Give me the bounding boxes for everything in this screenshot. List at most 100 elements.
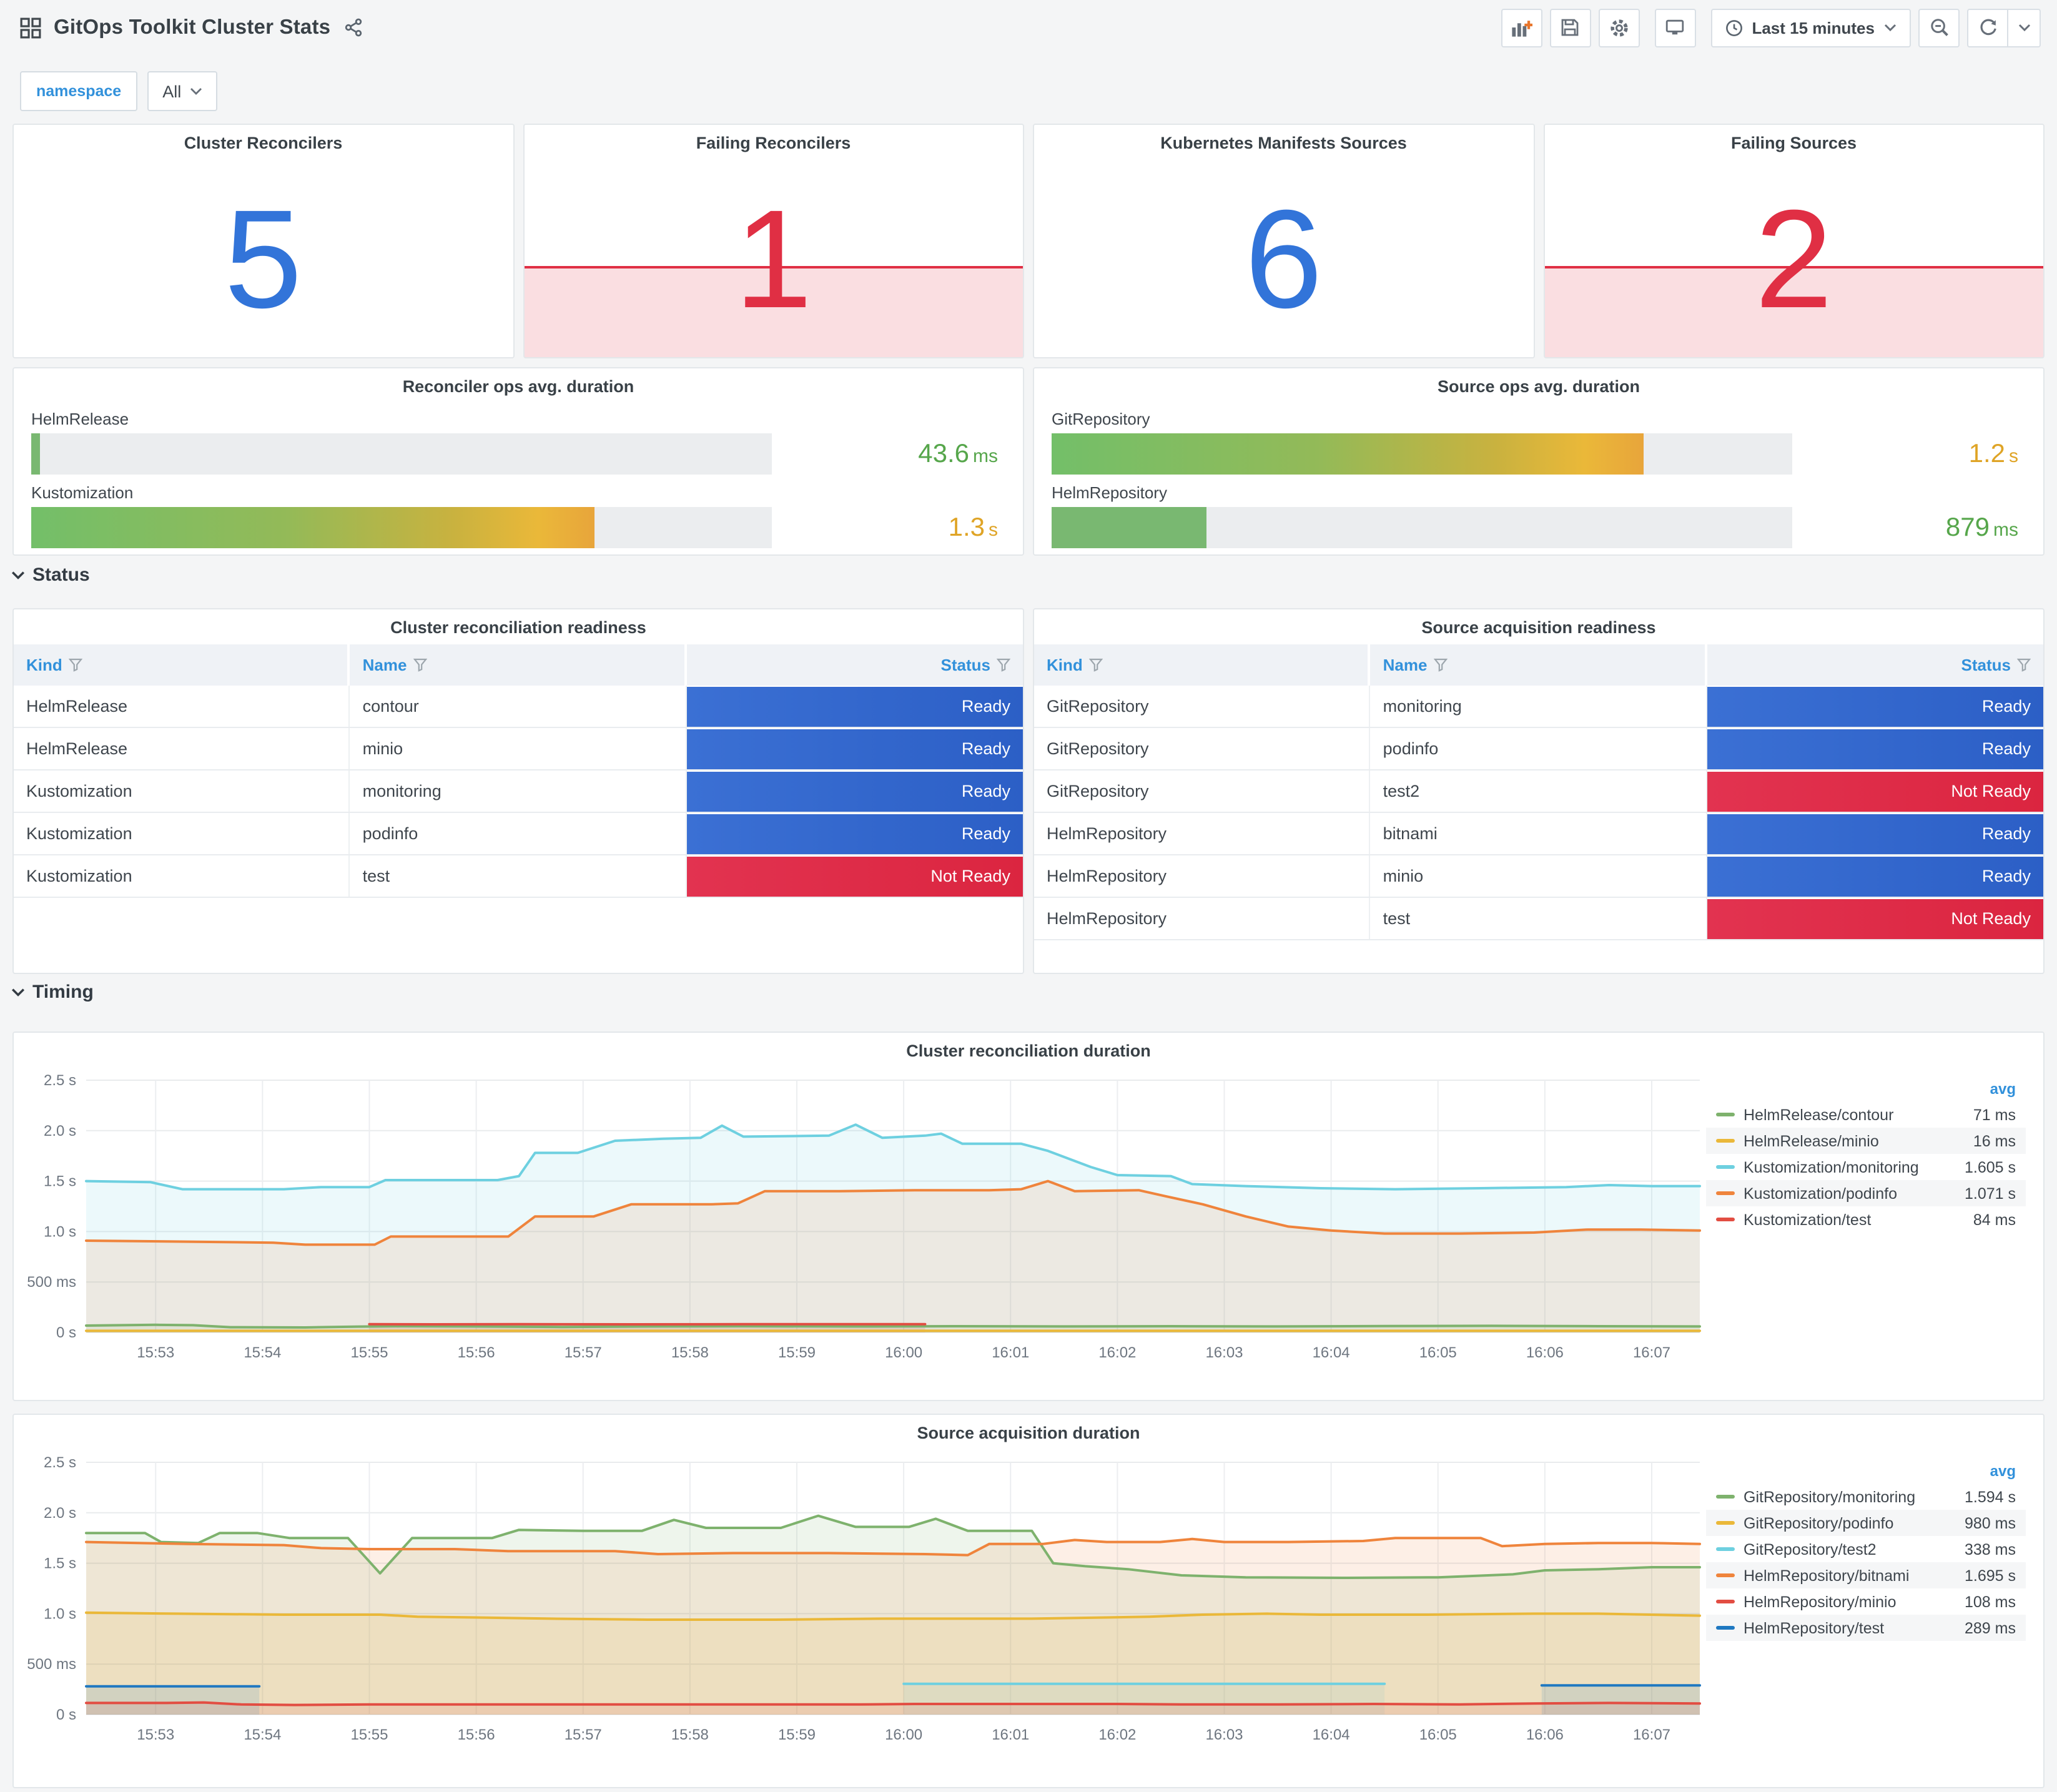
x-axis-tick: 16:05 [1419, 1726, 1457, 1743]
legend-item-kustomization-test[interactable]: Kustomization/test 84 ms [1706, 1206, 2026, 1233]
panel-title[interactable]: Cluster Reconcilers [14, 125, 513, 152]
legend-series-name[interactable]: HelmRelease/contour [1744, 1106, 1965, 1123]
table-row: Kustomization podinfo Ready [14, 813, 1023, 855]
legend-series-name[interactable]: Kustomization/monitoring [1744, 1158, 1956, 1176]
zoom-out-icon [1930, 19, 1948, 36]
status-badge: Ready [1707, 856, 2043, 896]
gauge-value: 1.3 s [948, 513, 998, 541]
legend-series-name[interactable]: Kustomization/test [1744, 1211, 1965, 1228]
legend-item-kustomization-podinfo[interactable]: Kustomization/podinfo 1.071 s [1706, 1180, 2026, 1206]
legend-avg-header[interactable]: avg [1706, 1462, 2026, 1484]
gauge-row: 879 ms [1052, 507, 2026, 548]
section-status-label: Status [32, 564, 90, 586]
time-range-picker[interactable]: Last 15 minutes [1710, 8, 1911, 47]
panel-title[interactable]: Failing Sources [1544, 125, 2043, 152]
legend-item-helmrelease-minio[interactable]: HelmRelease/minio 16 ms [1706, 1128, 2026, 1154]
stat-value: 1 [734, 180, 812, 337]
legend-series-avg: 16 ms [1973, 1132, 2016, 1150]
legend-series-color [1716, 1495, 1735, 1499]
x-axis-tick: 16:00 [885, 1726, 922, 1743]
legend-series-name[interactable]: GitRepository/monitoring [1744, 1488, 1956, 1505]
cell-kind: HelmRepository [1034, 855, 1371, 897]
gauge-row: 1.2 s [1052, 433, 2026, 475]
column-header-status[interactable]: Status [686, 644, 1023, 686]
timeseries-panel-source-acquisition-duration: Source acquisition duration 0 s 500 ms 1.0 … [12, 1414, 2045, 1788]
refresh-interval-dropdown[interactable] [2008, 8, 2041, 47]
legend-item-helmrepository-bitnami[interactable]: HelmRepository/bitnami 1.695 s [1706, 1562, 2026, 1588]
refresh-button[interactable] [1967, 8, 2008, 47]
column-header-name[interactable]: Name [350, 644, 687, 686]
legend-series-name[interactable]: HelmRepository/bitnami [1744, 1567, 1956, 1584]
gauge-track [31, 433, 772, 475]
cell-status: Ready [1707, 855, 2043, 897]
legend-series-color [1716, 1113, 1735, 1116]
column-header-kind[interactable]: Kind [1034, 644, 1371, 686]
share-icon[interactable] [343, 17, 363, 37]
zoom-out-button[interactable] [1918, 8, 1960, 47]
series-fills [86, 1125, 1700, 1332]
save-dashboard-button[interactable] [1549, 8, 1591, 47]
stat-panels-row: Cluster Reconcilers 5 Failing Reconcilers 1… [12, 124, 2045, 358]
cycle-view-mode-button[interactable] [1654, 8, 1696, 47]
legend-item-gitrepository-test2[interactable]: GitRepository/test2 338 ms [1706, 1536, 2026, 1562]
legend-item-gitrepository-monitoring[interactable]: GitRepository/monitoring 1.594 s [1706, 1484, 2026, 1510]
panel-title[interactable]: Cluster reconciliation readiness [14, 609, 1023, 637]
panel-title[interactable]: Failing Reconcilers [524, 125, 1023, 152]
x-axis-tick: 16:02 [1098, 1344, 1136, 1361]
save-icon [1562, 19, 1579, 36]
cell-status: Ready [1707, 813, 2043, 854]
cell-status: Not Ready [1707, 770, 2043, 812]
panel-title[interactable]: Source ops avg. duration [1034, 368, 2043, 396]
section-status[interactable]: Status [11, 564, 90, 586]
panel-title[interactable]: Source acquisition readiness [1034, 609, 2043, 637]
gauge-body: HelmRelease 43.6 ms Kustomization 1.3 s [14, 396, 1023, 548]
y-axis-tick: 0 s [56, 1706, 76, 1723]
legend-series-name[interactable]: HelmRelease/minio [1744, 1132, 1965, 1150]
dashboard-settings-button[interactable] [1598, 8, 1640, 47]
chart-plot[interactable]: 0 s 500 ms 1.0 s 1.5 s 2.0 s 2.5 s 15:53 15:54 1… [19, 1063, 1712, 1392]
legend-series-name[interactable]: Kustomization/podinfo [1744, 1184, 1956, 1202]
filter-funnel-icon [1433, 658, 1448, 672]
column-header-name[interactable]: Name [1371, 644, 1707, 686]
legend-series-name[interactable]: HelmRepository/test [1744, 1619, 1956, 1637]
legend-item-gitrepository-podinfo[interactable]: GitRepository/podinfo 980 ms [1706, 1510, 2026, 1536]
gauge-label-kustomization: Kustomization [31, 483, 134, 502]
legend-series-avg: 289 ms [1965, 1619, 2016, 1637]
gauge-track [1052, 507, 1792, 548]
status-badge: Ready [1707, 729, 2043, 769]
cell-name: monitoring [350, 770, 687, 812]
legend-item-kustomization-monitoring[interactable]: Kustomization/monitoring 1.605 s [1706, 1154, 2026, 1180]
x-axis-tick: 15:59 [778, 1344, 816, 1361]
status-badge: Ready [686, 814, 1023, 854]
cell-status: Ready [686, 770, 1023, 812]
status-badge: Ready [1707, 686, 2043, 726]
table-panel-source-acquisition-readiness: Source acquisition readiness Kind Name Stat… [1033, 608, 2045, 974]
table-row: HelmRelease minio Ready [14, 728, 1023, 770]
panel-title[interactable]: Source acquisition duration [14, 1415, 2043, 1442]
table-row: GitRepository podinfo Ready [1034, 728, 2043, 770]
section-timing[interactable]: Timing [11, 982, 94, 1003]
column-header-status[interactable]: Status [1707, 644, 2043, 686]
x-axis-tick: 15:58 [671, 1726, 709, 1743]
legend-series-name[interactable]: GitRepository/podinfo [1744, 1514, 1956, 1532]
chart-plot[interactable]: 0 s 500 ms 1.0 s 1.5 s 2.0 s 2.5 s 15:53 15:54 1… [19, 1445, 1712, 1780]
y-axis-tick: 2.5 s [44, 1454, 76, 1471]
x-axis-tick: 15:57 [565, 1344, 602, 1361]
panel-title[interactable]: Reconciler ops avg. duration [14, 368, 1023, 396]
legend-item-helmrelease-contour[interactable]: HelmRelease/contour 71 ms [1706, 1101, 2026, 1128]
legend-avg-header[interactable]: avg [1706, 1080, 2026, 1101]
legend-item-helmrepository-minio[interactable]: HelmRepository/minio 108 ms [1706, 1588, 2026, 1615]
panel-title[interactable]: Kubernetes Manifests Sources [1034, 125, 1533, 152]
column-header-kind[interactable]: Kind [14, 644, 350, 686]
x-axis-tick: 16:03 [1205, 1344, 1243, 1361]
legend-series-name[interactable]: GitRepository/test2 [1744, 1540, 1956, 1558]
table-row: Kustomization monitoring Ready [14, 770, 1023, 813]
table-panels-row: Cluster reconciliation readiness Kind Name… [12, 608, 2045, 974]
stat-value: 6 [1245, 180, 1323, 337]
add-panel-button[interactable] [1501, 8, 1542, 47]
panel-title[interactable]: Cluster reconciliation duration [14, 1033, 2043, 1060]
legend-item-helmrepository-test[interactable]: HelmRepository/test 289 ms [1706, 1615, 2026, 1641]
y-axis-tick: 500 ms [27, 1274, 76, 1291]
legend-series-name[interactable]: HelmRepository/minio [1744, 1593, 1956, 1610]
variable-namespace-dropdown[interactable]: All [147, 71, 218, 111]
